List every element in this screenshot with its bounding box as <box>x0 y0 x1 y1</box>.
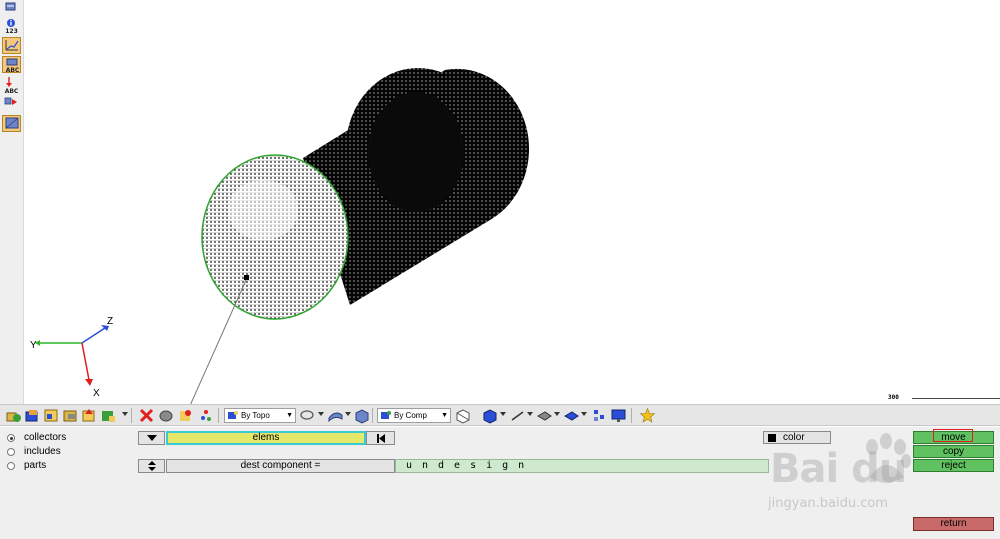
shaded-icon[interactable] <box>481 407 498 424</box>
radio-label: collectors <box>24 432 67 443</box>
picked-node <box>244 275 249 280</box>
assemblies-icon[interactable] <box>24 407 41 424</box>
chevron-down-icon: ▼ <box>286 412 293 419</box>
monitor-icon[interactable] <box>610 407 627 424</box>
up-down-icon <box>147 461 156 471</box>
dest-component-button[interactable]: dest component = <box>166 459 395 473</box>
topo-icon <box>228 411 238 419</box>
swap-button[interactable] <box>2 95 21 112</box>
topo-mode-label: By Topo <box>241 411 270 420</box>
components-icon[interactable] <box>5 407 22 424</box>
arrow-abc-button[interactable]: ABC <box>2 76 21 95</box>
line-dropdown-arrow[interactable] <box>527 412 533 416</box>
export-icon[interactable] <box>100 407 117 424</box>
radio-label: parts <box>24 460 47 471</box>
entity-type-switch[interactable] <box>138 431 165 445</box>
panel-icon <box>5 117 19 129</box>
find-icon[interactable] <box>198 407 215 424</box>
cylinder-mesh <box>201 68 530 320</box>
lasso-dropdown-arrow[interactable] <box>318 412 324 416</box>
label-caption: ABC <box>5 67 20 74</box>
y-axis-label: Y <box>30 340 37 351</box>
scale-bar: 300 <box>888 392 1000 402</box>
solid-icon[interactable] <box>353 407 370 424</box>
shaded-dropdown-arrow[interactable] <box>500 412 506 416</box>
import-icon[interactable] <box>81 407 98 424</box>
baidu-watermark: Bai du jingyan.baidu.com <box>766 428 946 518</box>
toolbar-separator <box>631 408 632 423</box>
surface-dropdown-arrow[interactable] <box>345 412 351 416</box>
line-icon[interactable] <box>509 407 526 424</box>
star-icon[interactable] <box>639 407 656 424</box>
graphics-area[interactable]: Y Z X 300 <box>25 0 1000 404</box>
elems-selector[interactable]: elems <box>166 431 366 445</box>
panel-button[interactable] <box>2 115 21 132</box>
scale-line <box>912 398 1000 399</box>
watermark-brand: Bai du <box>770 446 907 492</box>
main-toolbar: By Topo ▼ By Comp ▼ <box>0 404 1000 426</box>
lasso-icon[interactable] <box>299 407 316 424</box>
radio-dot[interactable] <box>7 448 15 456</box>
dest-component-field[interactable]: undesign <box>395 459 769 473</box>
x-axis-label: X <box>93 388 100 399</box>
toolbar-separator <box>131 408 132 423</box>
radio-label: includes <box>24 446 61 457</box>
dest-switch[interactable] <box>138 459 165 473</box>
radio-dot[interactable] <box>7 434 15 442</box>
hypermesh-window: 123 ABC ABC Y Z X 300 By Topo ▼ By Comp … <box>0 0 1000 539</box>
global-axis-triad <box>35 325 109 386</box>
mesh-view: Y Z X <box>30 68 530 404</box>
surface-icon[interactable] <box>327 407 344 424</box>
unmask-icon[interactable] <box>177 407 194 424</box>
plot-curve-button[interactable] <box>2 37 21 54</box>
watermark-url: jingyan.baidu.com <box>768 496 888 511</box>
element-view-dropdown-arrow[interactable] <box>581 412 587 416</box>
distribute-icon[interactable] <box>591 407 608 424</box>
left-toolbar: 123 ABC ABC <box>0 0 24 404</box>
plane-icon[interactable] <box>536 407 553 424</box>
wireframe-icon[interactable] <box>454 407 471 424</box>
first-icon <box>376 434 385 443</box>
delete-icon[interactable] <box>138 407 155 424</box>
comp-mode-dropdown[interactable]: By Comp ▼ <box>377 408 451 423</box>
comp-icon <box>381 411 391 419</box>
mask-icon[interactable] <box>158 407 175 424</box>
plane-dropdown-arrow[interactable] <box>554 412 560 416</box>
chevron-down-icon <box>146 435 157 441</box>
toolbar-separator <box>372 408 373 423</box>
plot-curve-icon <box>5 40 19 51</box>
model-browser-icon[interactable] <box>43 407 60 424</box>
label-abc-button[interactable]: ABC <box>2 56 21 74</box>
export-dropdown-arrow[interactable] <box>122 412 128 416</box>
tape-measure-button[interactable] <box>2 0 21 17</box>
topo-mode-dropdown[interactable]: By Topo ▼ <box>224 408 296 423</box>
toolbar-separator <box>218 408 219 423</box>
numbers-caption: 123 <box>5 28 18 35</box>
chevron-down-icon: ▼ <box>441 412 448 419</box>
element-view-icon[interactable] <box>563 407 580 424</box>
z-axis-label: Z <box>107 316 113 327</box>
arrow-caption: ABC <box>4 88 19 95</box>
reset-selection-button[interactable] <box>366 431 395 445</box>
scale-label: 300 <box>888 394 899 401</box>
include-icon[interactable] <box>62 407 79 424</box>
radio-dot[interactable] <box>7 462 15 470</box>
swap-icon <box>4 97 17 105</box>
tape-measure-icon <box>5 2 16 11</box>
info-button[interactable]: 123 <box>2 16 21 35</box>
return-button[interactable]: return <box>913 517 994 531</box>
comp-mode-label: By Comp <box>394 411 427 420</box>
